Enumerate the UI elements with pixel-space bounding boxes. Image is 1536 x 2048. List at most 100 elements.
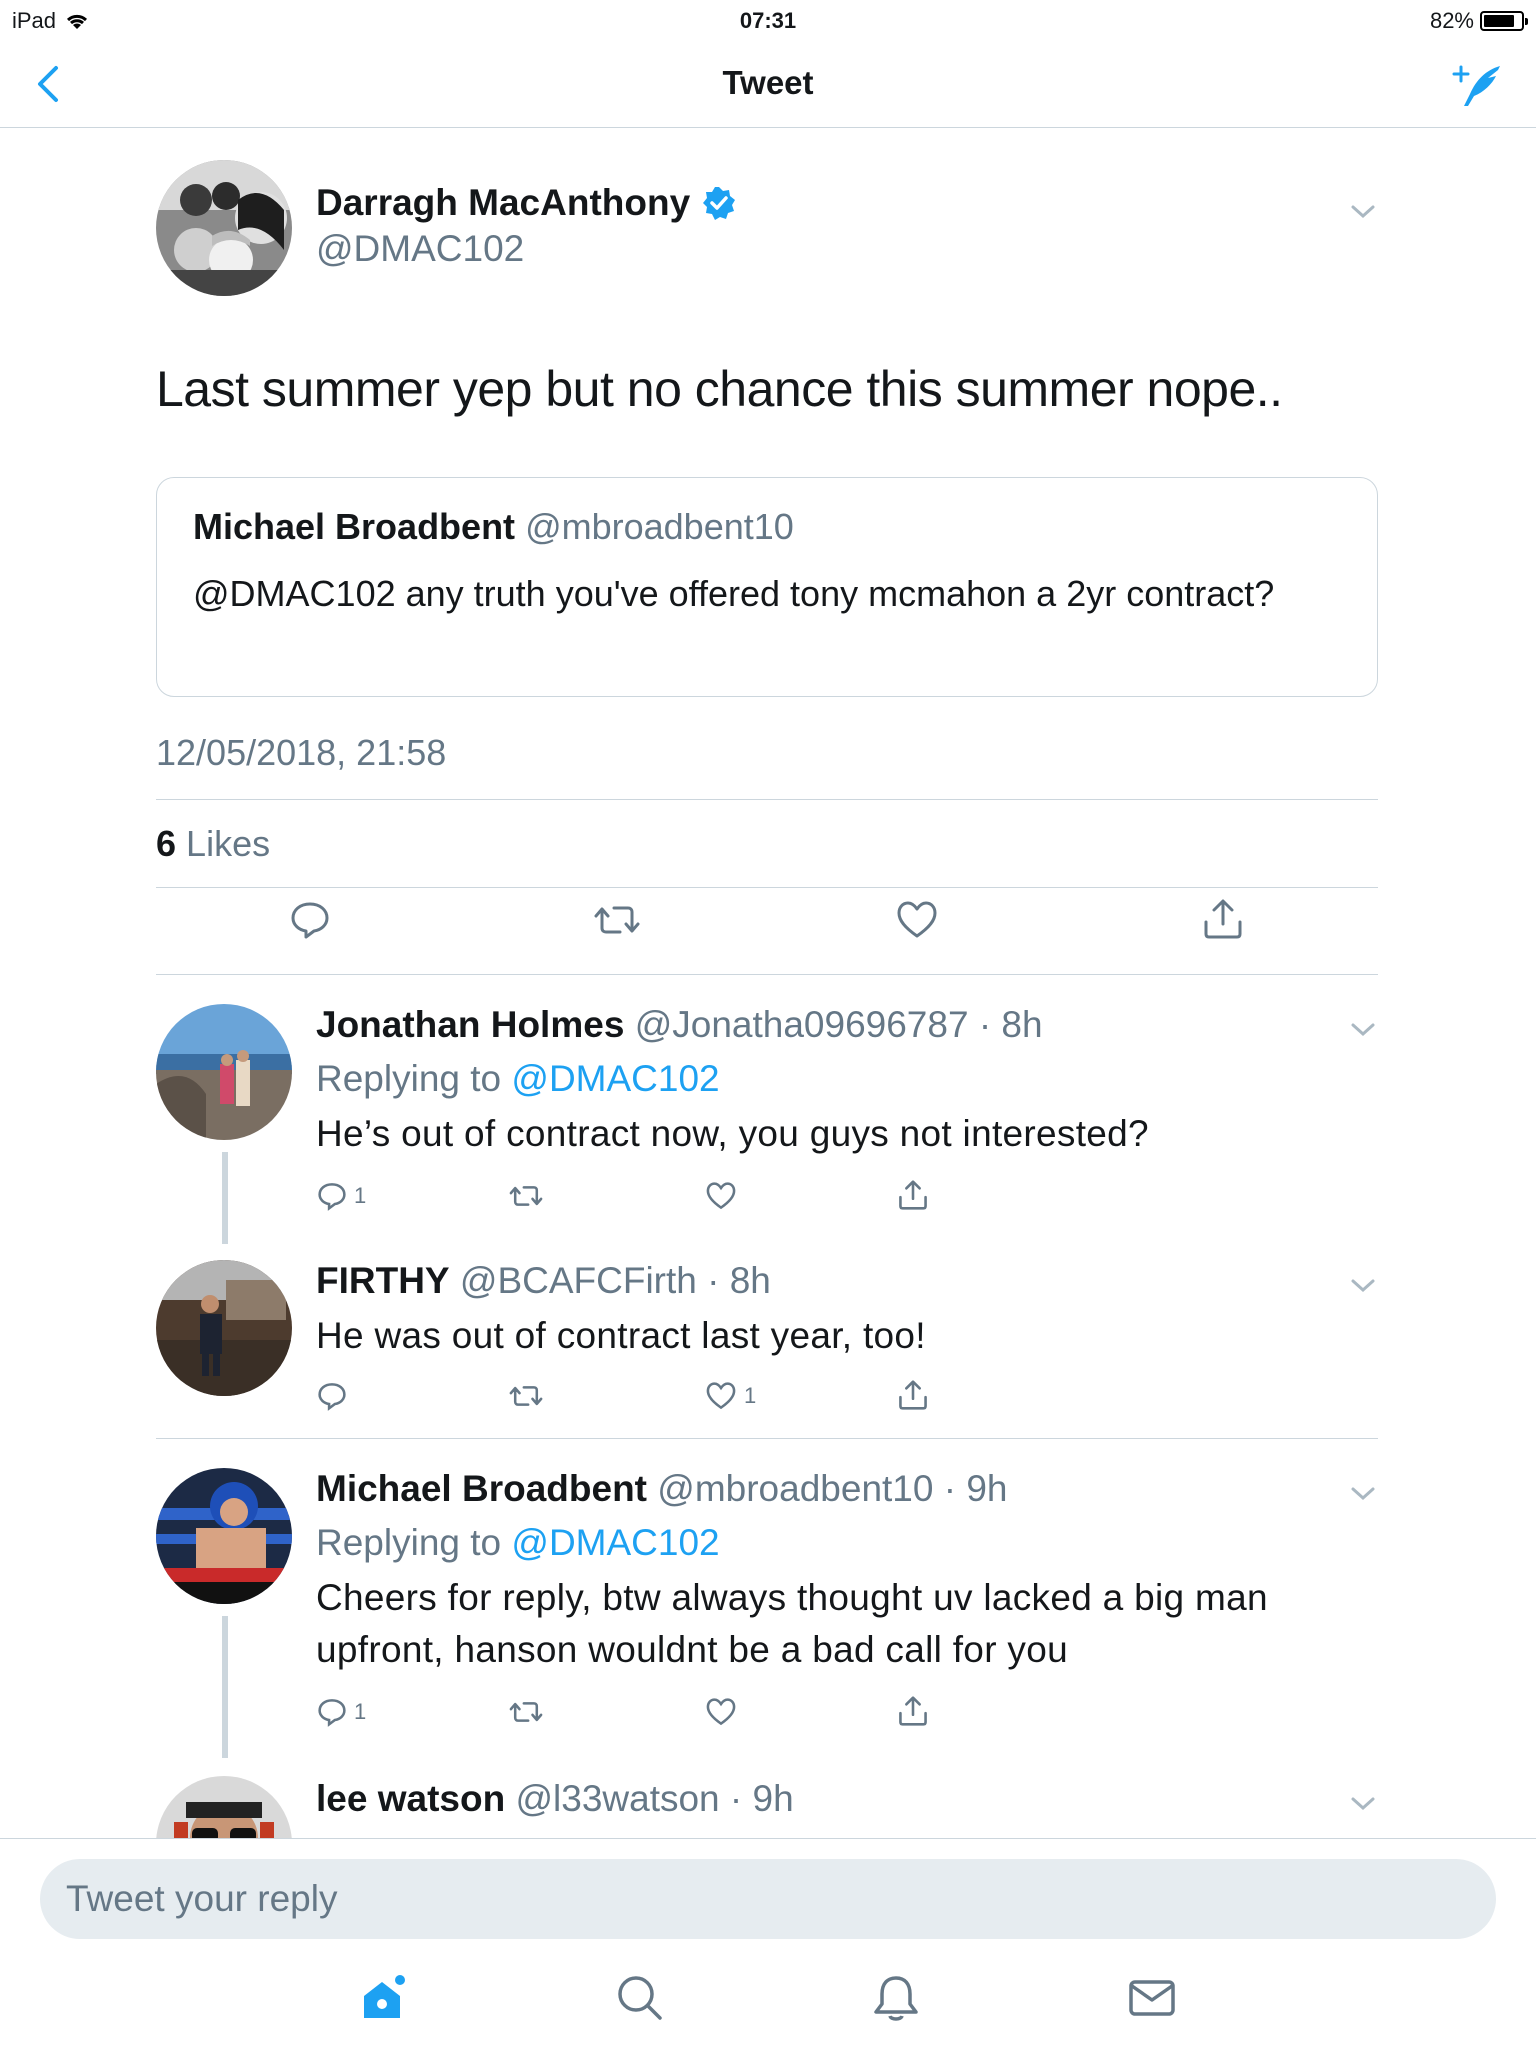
reply-header: Michael Broadbent @mbroadbent10 · 9h <box>316 1468 1008 1510</box>
chevron-down-icon[interactable] <box>1349 202 1377 222</box>
retweet-icon[interactable] <box>592 898 642 942</box>
reply-author-name[interactable]: lee watson <box>316 1778 505 1819</box>
chevron-down-icon[interactable] <box>1349 1020 1377 1040</box>
like-heart-icon <box>706 1698 736 1726</box>
reply-actions: 1 <box>316 1180 1016 1220</box>
avatar[interactable] <box>156 160 292 296</box>
retweet-icon <box>509 1386 543 1406</box>
thread-line <box>222 1616 228 1758</box>
status-right: 82% <box>1430 8 1528 34</box>
tweet-text: Last summer yep but no chance this summe… <box>156 361 1283 417</box>
like-heart-icon[interactable] <box>894 898 940 942</box>
reply-input[interactable]: Tweet your reply <box>40 1859 1496 1939</box>
reply-text: He’s out of contract now, you guys not i… <box>316 1113 1149 1154</box>
likes-summary[interactable]: 6 Likes <box>156 823 270 865</box>
reply-header: lee watson @l33watson · 9h <box>316 1778 794 1820</box>
replying-to: Replying to @DMAC102 <box>316 1522 720 1564</box>
share-button[interactable] <box>896 1378 930 1412</box>
like-heart-icon <box>706 1182 736 1210</box>
retweet-icon <box>509 1702 543 1722</box>
reply-icon <box>318 1183 346 1211</box>
messages-icon[interactable] <box>1126 1972 1178 2024</box>
like-heart-icon <box>706 1382 736 1410</box>
chevron-down-icon[interactable] <box>1349 1484 1377 1504</box>
reply-tweet[interactable]: lee watson @l33watson · 9h <box>156 1776 1380 1838</box>
like-button[interactable] <box>704 1180 744 1212</box>
reply-button[interactable]: 1 <box>316 1696 366 1728</box>
share-icon <box>899 1180 927 1210</box>
avatar[interactable] <box>156 1260 292 1396</box>
divider <box>156 1438 1378 1439</box>
reply-tweet[interactable]: Michael Broadbent @mbroadbent10 · 9h Rep… <box>156 1468 1380 1758</box>
reply-meta: @mbroadbent10 · 9h <box>657 1468 1008 1509</box>
reply-meta: @BCAFCFirth · 8h <box>459 1260 771 1301</box>
reply-icon <box>318 1699 346 1727</box>
replying-to-label: Replying to <box>316 1058 502 1099</box>
reply-header: FIRTHY @BCAFCFirth · 8h <box>316 1260 771 1302</box>
reply-header: Jonathan Holmes @Jonatha09696787 · 8h <box>316 1004 1043 1046</box>
reply-button[interactable]: 1 <box>316 1180 366 1212</box>
quoted-author-name: Michael Broadbent <box>193 506 516 547</box>
reply-tweet[interactable]: FIRTHY @BCAFCFirth · 8h He was out of co… <box>156 1260 1380 1440</box>
retweet-button[interactable] <box>508 1696 544 1728</box>
verified-badge-icon <box>703 187 736 220</box>
search-icon[interactable] <box>614 1972 666 2024</box>
share-button[interactable] <box>896 1694 930 1728</box>
likes-count: 6 <box>156 823 177 864</box>
reply-meta: @l33watson · 9h <box>515 1778 794 1819</box>
battery-icon <box>1480 11 1528 31</box>
reply-icon[interactable] <box>288 898 332 942</box>
reply-author-name[interactable]: FIRTHY <box>316 1260 450 1301</box>
share-icon[interactable] <box>1200 896 1246 942</box>
quoted-tweet[interactable]: Michael Broadbent @mbroadbent10 @DMAC102… <box>156 477 1378 697</box>
compose-tweet-icon[interactable] <box>1450 60 1506 110</box>
home-icon[interactable] <box>358 1972 410 2024</box>
reply-text: He was out of contract last year, too! <box>316 1315 926 1356</box>
like-count: 1 <box>744 1383 757 1408</box>
retweet-icon <box>509 1186 543 1206</box>
avatar[interactable] <box>156 1776 292 1838</box>
tab-bar <box>0 1958 1536 2048</box>
notifications-icon[interactable] <box>870 1972 922 2024</box>
likes-label: Likes <box>186 823 271 864</box>
reply-meta: @Jonatha09696787 · 8h <box>634 1004 1043 1045</box>
status-bar: iPad 07:31 82% <box>0 0 1536 40</box>
nav-bar: Tweet <box>0 40 1536 128</box>
quoted-tweet-header: Michael Broadbent @mbroadbent10 <box>193 506 794 548</box>
reply-author-name[interactable]: Michael Broadbent <box>316 1468 647 1509</box>
quoted-author-handle: @mbroadbent10 <box>525 506 794 547</box>
reply-actions: 1 <box>316 1696 1016 1736</box>
chevron-down-icon[interactable] <box>1349 1794 1377 1814</box>
tweet-actions <box>156 890 1378 960</box>
reply-button[interactable] <box>316 1380 354 1412</box>
like-button[interactable] <box>704 1696 744 1728</box>
divider <box>156 799 1378 800</box>
reply-compose-bar: Tweet your reply <box>0 1838 1536 1958</box>
avatar[interactable] <box>156 1468 292 1604</box>
retweet-button[interactable] <box>508 1180 544 1212</box>
avatar[interactable] <box>156 1004 292 1140</box>
share-button[interactable] <box>896 1178 930 1212</box>
replying-to-mention[interactable]: @DMAC102 <box>511 1522 719 1563</box>
reply-tweet[interactable]: Jonathan Holmes @Jonatha09696787 · 8h Re… <box>156 1004 1380 1244</box>
reply-count: 1 <box>354 1699 367 1724</box>
reply-author-name[interactable]: Jonathan Holmes <box>316 1004 624 1045</box>
chevron-down-icon[interactable] <box>1349 1276 1377 1296</box>
tweet-timestamp: 12/05/2018, 21:58 <box>156 732 447 773</box>
reply-count: 1 <box>354 1183 367 1208</box>
share-icon <box>899 1696 927 1726</box>
author-name[interactable]: Darragh MacAnthony <box>316 182 736 224</box>
divider <box>156 974 1378 975</box>
replying-to-mention[interactable]: @DMAC102 <box>511 1058 719 1099</box>
thread-line <box>222 1152 228 1244</box>
author-name-text: Darragh MacAnthony <box>316 182 691 223</box>
reply-text: Cheers for reply, btw always thought uv … <box>316 1577 1268 1670</box>
reply-icon <box>318 1383 346 1411</box>
retweet-button[interactable] <box>508 1380 544 1412</box>
replying-to-label: Replying to <box>316 1522 502 1563</box>
status-time: 07:31 <box>739 8 797 33</box>
battery-fill <box>1484 15 1514 27</box>
author-handle[interactable]: @DMAC102 <box>316 228 524 270</box>
like-button[interactable]: 1 <box>704 1380 756 1412</box>
replying-to: Replying to @DMAC102 <box>316 1058 720 1100</box>
